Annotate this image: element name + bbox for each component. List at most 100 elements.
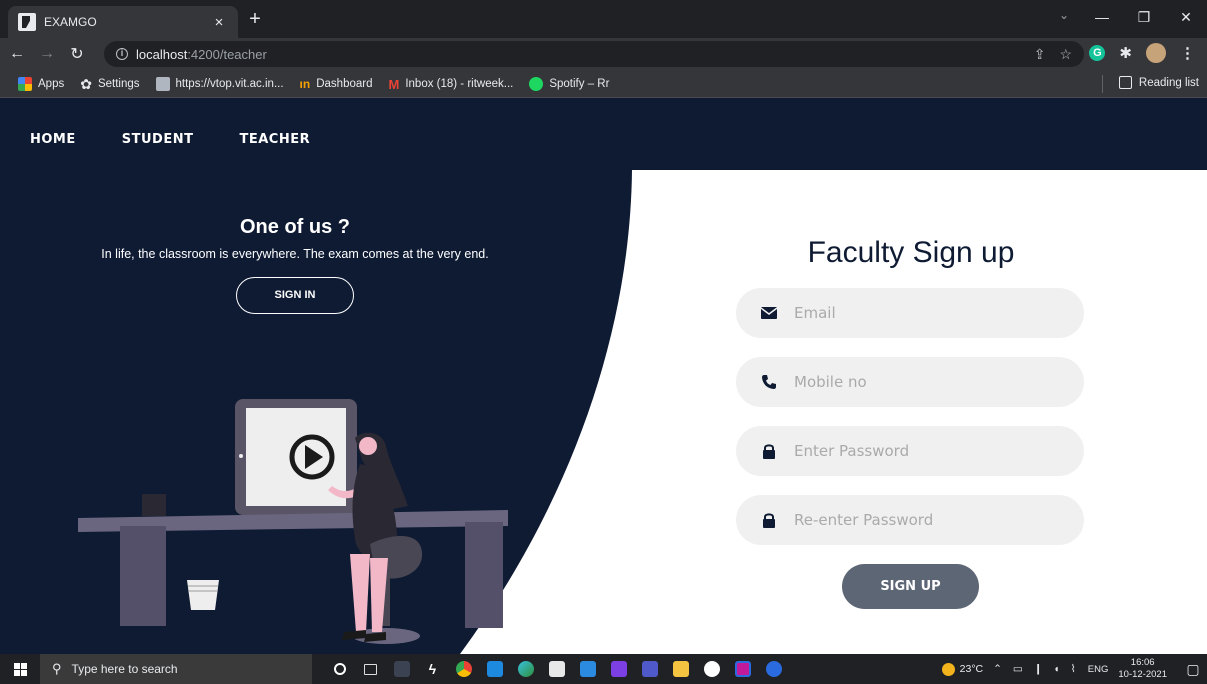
search-icon: ⚲ bbox=[52, 661, 62, 676]
dashboard-icon: ın bbox=[299, 76, 311, 91]
bookmark-label: Apps bbox=[38, 77, 65, 90]
reading-list-button[interactable]: Reading list bbox=[1118, 76, 1199, 89]
woman-watching-video-illustration bbox=[78, 399, 508, 644]
minimize-icon[interactable]: — bbox=[1081, 0, 1123, 34]
terminal-icon[interactable] bbox=[386, 654, 417, 684]
notification-icon[interactable]: ▢ bbox=[1179, 661, 1207, 678]
reading-list-icon bbox=[1118, 76, 1132, 89]
lock-icon bbox=[758, 443, 780, 459]
email-field[interactable] bbox=[736, 288, 1084, 338]
window-controls: — ❐ ✕ bbox=[1081, 0, 1207, 34]
forward-icon[interactable]: → bbox=[34, 41, 60, 67]
panel-subtitle: In life, the classroom is everywhere. Th… bbox=[101, 247, 489, 261]
weather-sun-icon bbox=[941, 662, 955, 676]
spotify-icon bbox=[529, 76, 544, 91]
bookmark-settings[interactable]: ✿ Settings bbox=[80, 77, 139, 91]
intellij-icon[interactable] bbox=[603, 654, 634, 684]
file-explorer-icon[interactable] bbox=[665, 654, 696, 684]
teams-icon[interactable] bbox=[634, 654, 665, 684]
mongodb-icon[interactable] bbox=[696, 654, 727, 684]
bookmark-label: Inbox (18) - ritweek... bbox=[405, 77, 514, 90]
reload-icon[interactable]: ↻ bbox=[64, 41, 90, 67]
start-button[interactable] bbox=[0, 662, 40, 676]
bookmark-dashboard[interactable]: ın Dashboard bbox=[300, 77, 373, 91]
kebab-menu-icon[interactable]: ⋮ bbox=[1180, 44, 1195, 62]
windows-taskbar: ⚲ Type here to search ϟ 23°C ⌃ ▭ ❙ ◖ ⌇ E… bbox=[0, 654, 1207, 684]
bookmark-vtop[interactable]: https://vtop.vit.ac.in... bbox=[155, 76, 284, 91]
bookmark-label: https://vtop.vit.ac.in... bbox=[175, 77, 284, 90]
store-icon[interactable] bbox=[541, 654, 572, 684]
password-field[interactable] bbox=[736, 426, 1084, 476]
back-icon[interactable]: ← bbox=[4, 41, 30, 67]
temperature: 23°C bbox=[959, 663, 984, 675]
bookmark-star-icon[interactable]: ☆ bbox=[1059, 46, 1072, 63]
close-window-icon[interactable]: ✕ bbox=[1165, 0, 1207, 34]
nav-student[interactable]: STUDENT bbox=[122, 132, 194, 147]
url-path: :4200/teacher bbox=[187, 46, 267, 62]
browser-toolbar: ← → ↻ i localhost :4200/teacher ⇪ ☆ bbox=[0, 38, 1207, 70]
restore-icon[interactable]: ❐ bbox=[1123, 0, 1165, 34]
gmail-icon: M bbox=[388, 76, 400, 92]
bookmarks-bar: Apps ✿ Settings https://vtop.vit.ac.in...… bbox=[0, 70, 1207, 98]
top-nav: HOME STUDENT TEACHER bbox=[30, 132, 310, 147]
envelope-icon bbox=[758, 307, 780, 319]
address-bar[interactable]: i localhost :4200/teacher ⇪ ☆ bbox=[104, 41, 1084, 67]
taskbar-search[interactable]: ⚲ Type here to search bbox=[40, 654, 312, 684]
share-icon[interactable]: ⇪ bbox=[1034, 46, 1046, 63]
bookmark-label: Settings bbox=[97, 77, 140, 90]
bookmark-inbox[interactable]: M Inbox (18) - ritweek... bbox=[388, 76, 514, 92]
mail-icon[interactable] bbox=[479, 654, 510, 684]
clock-time: 16:06 bbox=[1130, 657, 1155, 668]
nav-teacher[interactable]: TEACHER bbox=[239, 132, 310, 147]
apps-icon bbox=[18, 76, 32, 91]
chrome-icon[interactable] bbox=[448, 654, 479, 684]
bookmark-label: Dashboard bbox=[316, 77, 373, 90]
signin-panel: One of us ? In life, the classroom is ev… bbox=[40, 216, 550, 314]
bolt-app-icon[interactable]: ϟ bbox=[417, 654, 448, 684]
edge-icon[interactable] bbox=[510, 654, 541, 684]
tray-icons[interactable]: ⌃ ▭ ❙ ◖ ⌇ bbox=[993, 663, 1080, 675]
bookmark-spotify[interactable]: Spotify – Rr bbox=[529, 76, 610, 91]
tab-close-icon[interactable]: × bbox=[210, 14, 228, 31]
sign-up-button[interactable]: SIGN UP bbox=[842, 564, 979, 609]
examgo-favicon-icon bbox=[18, 13, 36, 31]
sign-in-button[interactable]: SIGN IN bbox=[236, 277, 354, 314]
tab-search-icon[interactable]: ⌄ bbox=[1059, 8, 1069, 22]
mobile-field[interactable] bbox=[736, 357, 1084, 407]
vscode-icon[interactable] bbox=[572, 654, 603, 684]
tab-title: EXAMGO bbox=[44, 15, 97, 29]
phone-icon bbox=[758, 374, 780, 390]
profile-avatar[interactable] bbox=[1146, 43, 1166, 63]
clock[interactable]: 16:06 10-12-2021 bbox=[1118, 657, 1167, 681]
confirm-password-input[interactable] bbox=[794, 511, 1054, 529]
clock-date: 10-12-2021 bbox=[1118, 669, 1167, 680]
task-view-icon[interactable] bbox=[355, 654, 386, 684]
help-icon[interactable] bbox=[758, 654, 789, 684]
grammarly-icon[interactable]: G bbox=[1089, 45, 1106, 61]
gear-icon: ✿ bbox=[80, 75, 92, 92]
divider bbox=[1102, 75, 1103, 93]
form-title: Faculty Sign up bbox=[807, 236, 1015, 269]
taskbar-search-placeholder: Type here to search bbox=[71, 662, 178, 676]
new-tab-button[interactable]: + bbox=[244, 8, 266, 30]
bookmark-apps[interactable]: Apps bbox=[18, 76, 65, 91]
app-purple-icon[interactable] bbox=[727, 654, 758, 684]
email-input[interactable] bbox=[794, 304, 1054, 322]
browser-tab[interactable]: EXAMGO × bbox=[8, 6, 238, 38]
weather-widget[interactable]: 23°C bbox=[941, 662, 984, 676]
system-tray: 23°C ⌃ ▭ ❙ ◖ ⌇ ENG 16:06 10-12-2021 ▢ bbox=[941, 654, 1207, 684]
page-content: HOME STUDENT TEACHER One of us ? In life… bbox=[0, 98, 1207, 654]
confirm-password-field[interactable] bbox=[736, 495, 1084, 545]
nav-home[interactable]: HOME bbox=[30, 132, 76, 147]
extensions-puzzle-icon[interactable]: ✱ bbox=[1119, 44, 1132, 62]
language-indicator[interactable]: ENG bbox=[1088, 664, 1109, 675]
vtop-icon bbox=[155, 76, 170, 91]
lock-icon bbox=[758, 512, 780, 528]
site-info-icon[interactable]: i bbox=[116, 48, 128, 60]
mobile-input[interactable] bbox=[794, 373, 1054, 391]
cortana-icon[interactable] bbox=[324, 654, 355, 684]
browser-tabstrip: EXAMGO × + ⌄ — ❐ ✕ bbox=[0, 0, 1207, 38]
password-input[interactable] bbox=[794, 442, 1054, 460]
url-host: localhost bbox=[136, 46, 188, 62]
bookmark-label: Spotify – Rr bbox=[549, 77, 610, 90]
